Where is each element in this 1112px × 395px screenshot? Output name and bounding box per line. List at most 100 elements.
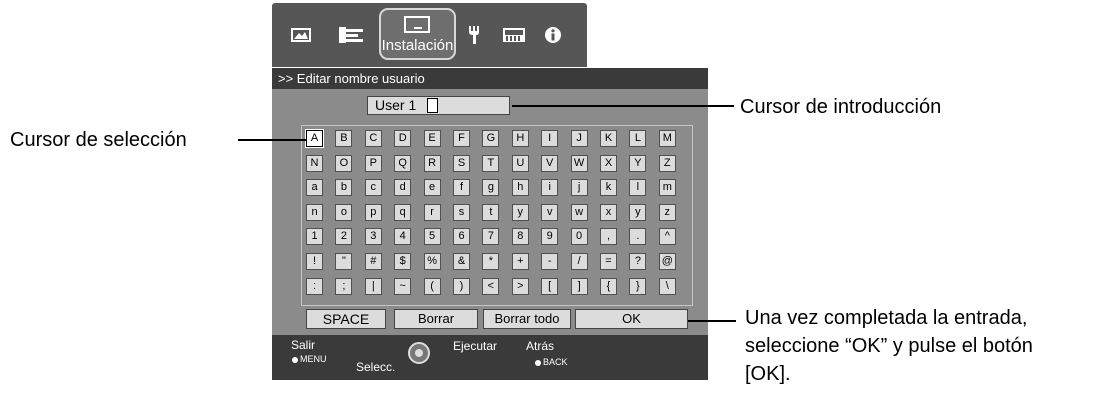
key-r3-c11[interactable]: k: [600, 179, 617, 197]
key-r3-c2[interactable]: b: [335, 179, 353, 197]
key-r1-c12[interactable]: L: [629, 130, 647, 147]
key-r4-c5[interactable]: r: [423, 203, 441, 221]
key-r4-c12[interactable]: y: [629, 203, 647, 221]
key-r7-c11[interactable]: {: [600, 277, 617, 295]
key-r7-c12[interactable]: }: [629, 277, 647, 295]
key-r2-c6[interactable]: S: [453, 154, 470, 172]
key-r7-c3[interactable]: |: [364, 277, 382, 295]
key-r1-c8[interactable]: H: [511, 130, 529, 147]
key-r7-c8[interactable]: >: [511, 277, 529, 295]
key-r1-c3[interactable]: C: [364, 130, 382, 147]
key-r6-c13[interactable]: @: [658, 253, 676, 270]
name-input[interactable]: User 1: [367, 96, 510, 115]
ok-button[interactable]: OK: [575, 309, 688, 329]
key-r5-c6[interactable]: 6: [453, 228, 470, 246]
key-r1-c2[interactable]: B: [335, 130, 353, 147]
key-r4-c1[interactable]: n: [306, 203, 323, 221]
key-r3-c13[interactable]: m: [658, 179, 676, 197]
key-r6-c2[interactable]: ": [335, 253, 353, 270]
key-r6-c9[interactable]: -: [541, 253, 559, 270]
key-r4-c13[interactable]: z: [658, 203, 676, 221]
tab-installation[interactable]: Instalación: [379, 8, 456, 60]
key-r2-c13[interactable]: Z: [658, 154, 676, 172]
key-r2-c10[interactable]: W: [570, 154, 588, 172]
function-icon[interactable]: [502, 27, 526, 43]
key-r7-c2[interactable]: ;: [335, 277, 353, 295]
key-r7-c5[interactable]: (: [423, 277, 441, 295]
display-setup-icon[interactable]: [467, 26, 481, 44]
key-r4-c3[interactable]: p: [364, 203, 382, 221]
key-r4-c6[interactable]: s: [453, 203, 470, 221]
key-r6-c3[interactable]: #: [364, 253, 382, 270]
key-r5-c2[interactable]: 2: [335, 228, 353, 246]
key-r4-c10[interactable]: w: [570, 203, 588, 221]
key-r5-c5[interactable]: 5: [423, 228, 441, 246]
key-r5-c12[interactable]: .: [629, 228, 647, 246]
key-r3-c12[interactable]: l: [629, 179, 647, 197]
key-r7-c6[interactable]: ): [453, 277, 470, 295]
key-r2-c4[interactable]: Q: [394, 154, 412, 172]
key-r2-c9[interactable]: V: [541, 154, 559, 172]
key-r5-c3[interactable]: 3: [364, 228, 382, 246]
key-r7-c4[interactable]: ~: [394, 277, 412, 295]
key-r3-c10[interactable]: j: [570, 179, 588, 197]
key-r5-c1[interactable]: 1: [306, 228, 323, 246]
key-r5-c13[interactable]: ^: [658, 228, 676, 246]
key-r5-c7[interactable]: 7: [482, 228, 500, 246]
key-r1-c4[interactable]: D: [394, 130, 412, 147]
key-r2-c1[interactable]: N: [306, 154, 323, 172]
input-signal-icon[interactable]: [338, 27, 364, 43]
key-r6-c4[interactable]: $: [394, 253, 412, 270]
key-r3-c5[interactable]: e: [423, 179, 441, 197]
key-r3-c6[interactable]: f: [453, 179, 470, 197]
key-r4-c9[interactable]: v: [541, 203, 559, 221]
key-r1-c1[interactable]: A: [306, 130, 323, 147]
key-r6-c12[interactable]: ?: [629, 253, 647, 270]
picture-adjust-icon[interactable]: [290, 27, 312, 43]
key-r4-c4[interactable]: q: [394, 203, 412, 221]
key-r3-c8[interactable]: h: [511, 179, 529, 197]
key-r7-c7[interactable]: <: [482, 277, 500, 295]
key-r4-c8[interactable]: y: [511, 203, 529, 221]
key-r3-c3[interactable]: c: [364, 179, 382, 197]
key-r2-c2[interactable]: O: [335, 154, 353, 172]
key-r1-c10[interactable]: J: [570, 130, 588, 147]
key-r7-c13[interactable]: \: [658, 277, 676, 295]
key-r6-c5[interactable]: %: [423, 253, 441, 270]
space-button[interactable]: SPACE: [306, 309, 386, 329]
key-r2-c3[interactable]: P: [364, 154, 382, 172]
key-r6-c1[interactable]: !: [306, 253, 323, 270]
key-r5-c4[interactable]: 4: [394, 228, 412, 246]
key-r5-c8[interactable]: 8: [511, 228, 529, 246]
key-r3-c9[interactable]: i: [541, 179, 559, 197]
key-r4-c2[interactable]: o: [335, 203, 353, 221]
key-r2-c8[interactable]: U: [511, 154, 529, 172]
key-r3-c7[interactable]: g: [482, 179, 500, 197]
key-r2-c5[interactable]: R: [423, 154, 441, 172]
key-r3-c1[interactable]: a: [306, 179, 323, 197]
key-r7-c10[interactable]: ]: [570, 277, 588, 295]
key-r1-c11[interactable]: K: [600, 130, 617, 147]
key-r2-c7[interactable]: T: [482, 154, 500, 172]
key-r5-c11[interactable]: ,: [600, 228, 617, 246]
key-r3-c4[interactable]: d: [394, 179, 412, 197]
key-r6-c7[interactable]: *: [482, 253, 500, 270]
key-r1-c5[interactable]: E: [423, 130, 441, 147]
key-r7-c9[interactable]: [: [541, 277, 559, 295]
delete-all-button[interactable]: Borrar todo: [483, 309, 571, 329]
key-r6-c10[interactable]: /: [570, 253, 588, 270]
delete-button[interactable]: Borrar: [394, 309, 478, 329]
information-icon[interactable]: [544, 27, 562, 43]
key-r1-c13[interactable]: M: [658, 130, 676, 147]
key-r4-c11[interactable]: x: [600, 203, 617, 221]
key-r2-c12[interactable]: Y: [629, 154, 647, 172]
key-r4-c7[interactable]: t: [482, 203, 500, 221]
key-r1-c6[interactable]: F: [453, 130, 470, 147]
key-r5-c9[interactable]: 9: [541, 228, 559, 246]
key-r1-c7[interactable]: G: [482, 130, 500, 147]
key-r7-c1[interactable]: :: [306, 277, 323, 295]
key-r1-c9[interactable]: I: [541, 130, 559, 147]
key-r2-c11[interactable]: X: [600, 154, 617, 172]
key-r6-c11[interactable]: =: [600, 253, 617, 270]
key-r5-c10[interactable]: 0: [570, 228, 588, 246]
